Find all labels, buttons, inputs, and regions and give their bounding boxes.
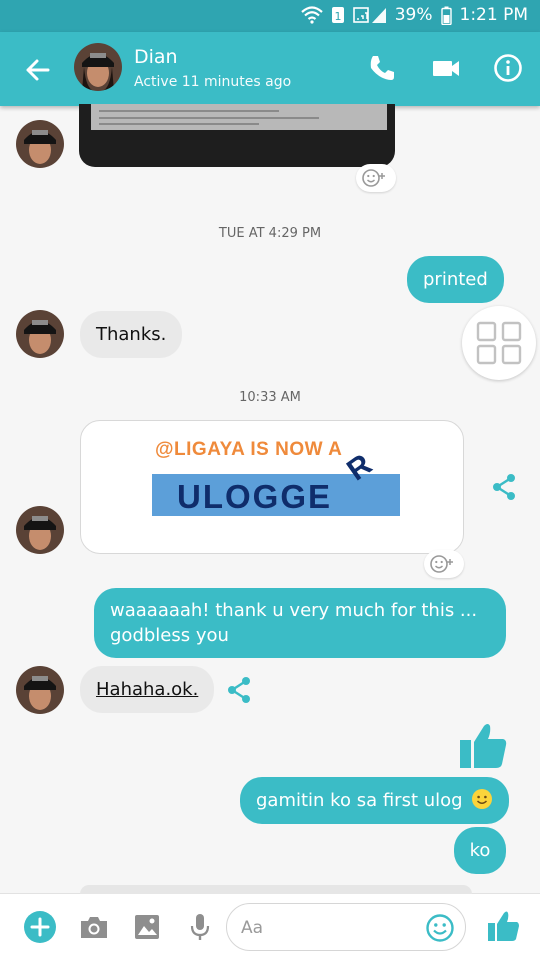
add-reaction-button[interactable] [424,550,464,578]
presence-status: Active 11 minutes ago [134,74,292,90]
contact-avatar[interactable] [74,43,122,91]
message-input[interactable] [241,914,421,942]
share-icon[interactable] [224,675,254,705]
shared-image-card[interactable]: @LIGAYA IS NOW A ULOGGE R [80,420,464,554]
wifi-icon [300,6,323,24]
phone-icon[interactable] [366,52,398,84]
message-composer [0,885,540,960]
more-options-button[interactable] [462,306,536,380]
sim-icon: 1 [331,7,344,23]
message-bubble-incoming[interactable]: Thanks. [80,311,183,358]
status-bar: 1 39% 1:21 PM [0,0,540,32]
emoji-icon[interactable] [425,913,455,943]
shared-photo[interactable] [79,104,395,167]
message-bubble-outgoing[interactable]: ko [454,827,506,874]
battery-icon [440,6,452,25]
signal-icon [352,7,386,23]
partial-message-bubble [80,885,472,894]
grid-icon [476,321,522,365]
add-reaction-button[interactable] [356,164,396,192]
message-bubble-outgoing[interactable]: printed [407,256,504,303]
svg-text:1: 1 [334,10,341,23]
plus-icon [30,917,50,937]
clock: 1:21 PM [459,5,529,25]
timestamp: 10:33 AM [239,390,301,405]
video-camera-icon[interactable] [430,52,462,84]
message-text: gamitin ko sa first ulog [256,790,463,811]
thumbs-up-sticker[interactable] [458,720,508,770]
timestamp: TUE AT 4:29 PM [218,226,322,241]
sender-avatar[interactable] [16,666,64,714]
message-bubble-outgoing[interactable]: waaaaaah! thank u very much for this ...… [94,588,506,658]
message-input-container [226,903,466,951]
thumbs-up-icon[interactable] [486,909,520,943]
sender-avatar[interactable] [16,120,64,168]
more-actions-button[interactable] [24,911,56,943]
sender-avatar[interactable] [16,506,64,554]
smiley-plus-icon [430,555,453,573]
conversation-header: Dian Active 11 minutes ago [0,32,540,106]
smiley-emoji-icon [472,789,493,809]
microphone-icon[interactable] [184,911,216,943]
gallery-icon[interactable] [131,911,163,943]
camera-icon[interactable] [78,911,110,943]
info-icon[interactable] [492,52,524,84]
message-bubble-incoming[interactable]: Hahaha.ok. [80,666,215,713]
battery-percent: 39% [394,5,433,25]
sender-avatar[interactable] [16,310,64,358]
logo-text: ULOGGE [177,478,333,515]
message-bubble-outgoing[interactable]: gamitin ko sa first ulog [240,777,510,824]
contact-name: Dian [134,46,178,68]
back-arrow-icon[interactable] [22,55,52,85]
smiley-plus-icon [362,169,385,187]
shared-image-headline: @LIGAYA IS NOW A [155,439,343,460]
share-icon[interactable] [489,472,519,502]
